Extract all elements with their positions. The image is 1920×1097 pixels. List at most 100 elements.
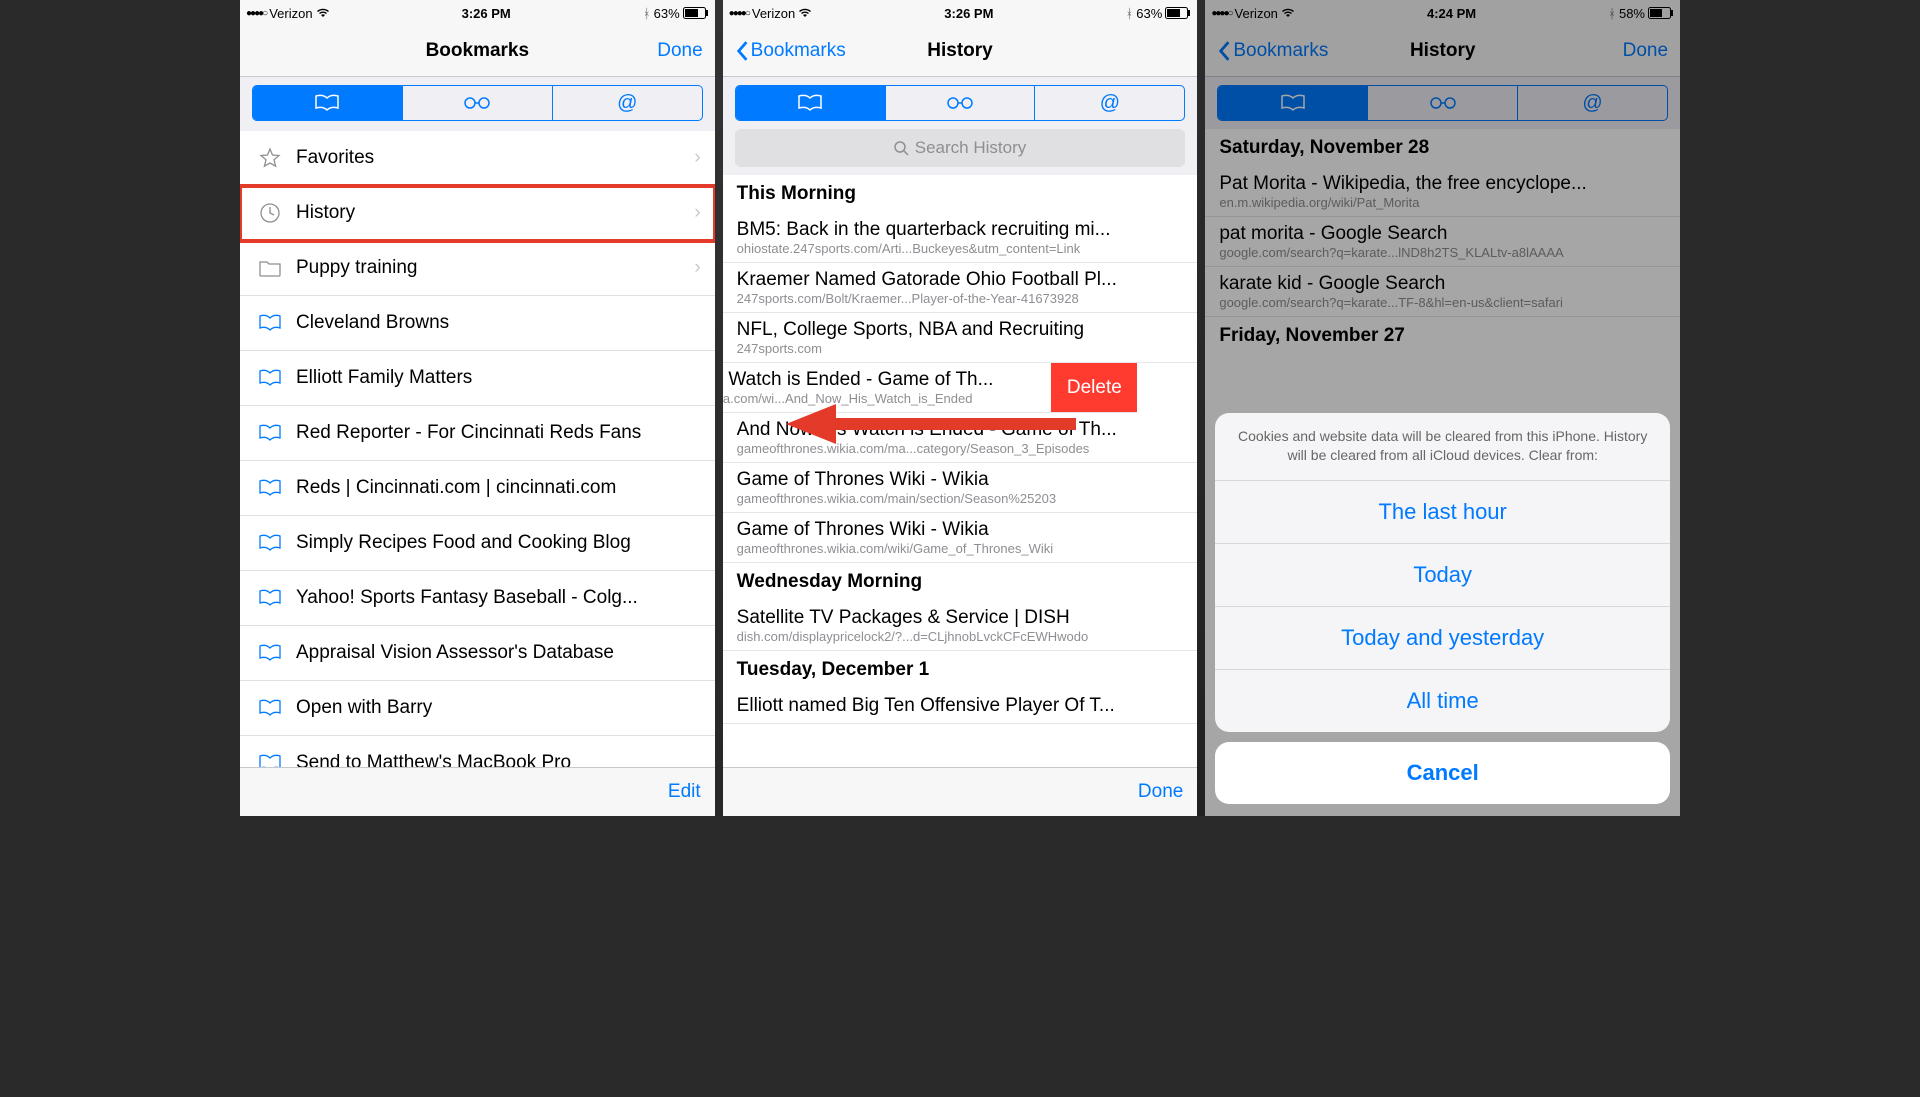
delete-button[interactable]: Delete <box>1051 363 1137 412</box>
status-bar: ●●●●○Verizon 3:26 PM ᚼ63% <box>240 0 715 26</box>
history-row[interactable]: Satellite TV Packages & Service | DISHdi… <box>723 601 1198 651</box>
bookmark-row[interactable]: Simply Recipes Food and Cooking Blog <box>240 516 715 571</box>
seg-shared-links[interactable]: @ <box>1035 86 1184 120</box>
row-label: Appraisal Vision Assessor's Database <box>296 642 614 664</box>
at-icon: @ <box>1100 92 1120 115</box>
chevron-right-icon: › <box>694 257 700 279</box>
action-sheet-option[interactable]: All time <box>1215 670 1670 732</box>
bluetooth-icon: ᚼ <box>643 6 651 21</box>
at-icon: @ <box>617 92 637 115</box>
back-label: Bookmarks <box>751 40 846 62</box>
action-sheet-option[interactable]: The last hour <box>1215 481 1670 544</box>
history-row[interactable]: w His Watch is Ended - Game of Th...nes.… <box>723 363 1138 413</box>
book-open-icon <box>797 94 823 112</box>
history-row[interactable]: Elliott named Big Ten Offensive Player O… <box>723 689 1198 724</box>
row-label: Yahoo! Sports Fantasy Baseball - Colg... <box>296 587 638 609</box>
glasses-icon <box>945 96 975 110</box>
signal-dots-icon: ●●●●○ <box>246 8 266 19</box>
bookmark-row[interactable]: Open with Barry <box>240 681 715 736</box>
chevron-left-icon <box>735 40 749 62</box>
book-icon <box>254 314 286 332</box>
battery-icon <box>683 7 709 19</box>
bookmark-list[interactable]: Favorites›History›Puppy training›Clevela… <box>240 131 715 767</box>
book-icon <box>254 699 286 717</box>
nav-bar: Bookmarks History <box>723 26 1198 77</box>
status-bar: ●●●●○Verizon 3:26 PM ᚼ63% <box>723 0 1198 26</box>
glasses-icon <box>462 96 492 110</box>
history-url: dish.com/displaypricelock2/?...d=CLjhnob… <box>737 629 1184 644</box>
action-sheet-option[interactable]: Today <box>1215 544 1670 607</box>
seg-bookmarks[interactable] <box>253 86 403 120</box>
history-url: gameofthrones.wikia.com/main/section/Sea… <box>737 491 1184 506</box>
row-label: Reds | Cincinnati.com | cincinnati.com <box>296 477 616 499</box>
done-button[interactable]: Done <box>1138 781 1183 803</box>
book-icon <box>254 754 286 767</box>
bookmark-row[interactable]: Appraisal Vision Assessor's Database <box>240 626 715 681</box>
book-icon <box>254 644 286 662</box>
segmented-control[interactable]: @ <box>252 85 703 121</box>
row-label: History <box>296 202 355 224</box>
screenshot-history-swipe: ●●●●○Verizon 3:26 PM ᚼ63% Bookmarks Hist… <box>723 0 1198 816</box>
done-button[interactable]: Done <box>657 40 702 62</box>
search-placeholder: Search History <box>915 138 1026 158</box>
clear-history-action-sheet: Cookies and website data will be cleared… <box>1215 413 1670 804</box>
history-row[interactable]: Game of Thrones Wiki - Wikiagameofthrone… <box>723 513 1198 563</box>
segmented-control[interactable]: @ <box>735 85 1186 121</box>
bookmark-row[interactable]: Elliott Family Matters <box>240 351 715 406</box>
row-label: Red Reporter - For Cincinnati Reds Fans <box>296 422 641 444</box>
edit-button[interactable]: Edit <box>668 781 701 803</box>
history-list[interactable]: This MorningBM5: Back in the quarterback… <box>723 175 1198 767</box>
history-row[interactable]: NFL, College Sports, NBA and Recruiting2… <box>723 313 1198 363</box>
action-sheet-option[interactable]: Today and yesterday <box>1215 607 1670 670</box>
history-url: 247sports.com <box>737 341 1184 356</box>
bookmark-row[interactable]: Cleveland Browns <box>240 296 715 351</box>
history-row[interactable]: Game of Thrones Wiki - Wikiagameofthrone… <box>723 463 1198 513</box>
row-label: Elliott Family Matters <box>296 367 472 389</box>
history-row[interactable]: BM5: Back in the quarterback recruiting … <box>723 213 1198 263</box>
clock-icon <box>254 202 286 224</box>
history-title: Kraemer Named Gatorade Ohio Football Pl.… <box>737 269 1184 291</box>
bookmark-row[interactable]: Favorites› <box>240 131 715 186</box>
search-input[interactable]: Search History <box>735 129 1186 167</box>
row-label: Open with Barry <box>296 697 432 719</box>
history-title: Satellite TV Packages & Service | DISH <box>737 607 1184 629</box>
battery-pct: 63% <box>1136 6 1162 21</box>
history-url: gameofthrones.wikia.com/ma...category/Se… <box>737 441 1184 456</box>
screenshot-bookmarks: ●●●●○Verizon 3:26 PM ᚼ63% Bookmarks Done… <box>240 0 715 816</box>
row-label: Simply Recipes Food and Cooking Blog <box>296 532 631 554</box>
seg-shared-links[interactable]: @ <box>553 86 702 120</box>
bottom-toolbar: Edit <box>240 767 715 816</box>
search-icon <box>894 141 909 156</box>
bookmark-row[interactable]: Send to Matthew's MacBook Pro <box>240 736 715 767</box>
book-icon <box>254 369 286 387</box>
chevron-right-icon: › <box>694 147 700 169</box>
nav-title: Bookmarks <box>240 40 715 62</box>
folder-icon <box>254 259 286 277</box>
bookmark-row[interactable]: History› <box>240 186 715 241</box>
bookmark-row[interactable]: Puppy training › <box>240 241 715 296</box>
book-open-icon <box>314 94 340 112</box>
history-row[interactable]: Kraemer Named Gatorade Ohio Football Pl.… <box>723 263 1198 313</box>
book-icon <box>254 479 286 497</box>
cancel-button[interactable]: Cancel <box>1215 742 1670 804</box>
history-row[interactable]: And Now His Watch is Ended - Game of Th.… <box>723 413 1198 463</box>
book-icon <box>254 589 286 607</box>
back-button[interactable]: Bookmarks <box>735 40 846 62</box>
history-url: 247sports.com/Bolt/Kraemer...Player-of-t… <box>737 291 1184 306</box>
carrier-label: Verizon <box>752 6 795 21</box>
history-title: Game of Thrones Wiki - Wikia <box>737 469 1184 491</box>
history-title: Elliott named Big Ten Offensive Player O… <box>737 695 1184 717</box>
nav-bar: Bookmarks Done <box>240 26 715 77</box>
seg-bookmarks[interactable] <box>736 86 886 120</box>
row-label: Puppy training <box>296 257 417 279</box>
section-header: Tuesday, December 1 <box>723 651 1198 689</box>
seg-reading-list[interactable] <box>886 86 1036 120</box>
carrier-label: Verizon <box>269 6 312 21</box>
screenshot-clear-history: ●●●●○Verizon 4:24 PM ᚼ58% Bookmarks Hist… <box>1205 0 1680 816</box>
bookmark-row[interactable]: Red Reporter - For Cincinnati Reds Fans <box>240 406 715 461</box>
bookmark-row[interactable]: Reds | Cincinnati.com | cincinnati.com <box>240 461 715 516</box>
bookmark-row[interactable]: Yahoo! Sports Fantasy Baseball - Colg... <box>240 571 715 626</box>
history-url: gameofthrones.wikia.com/wiki/Game_of_Thr… <box>737 541 1184 556</box>
history-url: ohiostate.247sports.com/Arti...Buckeyes&… <box>737 241 1184 256</box>
seg-reading-list[interactable] <box>403 86 553 120</box>
